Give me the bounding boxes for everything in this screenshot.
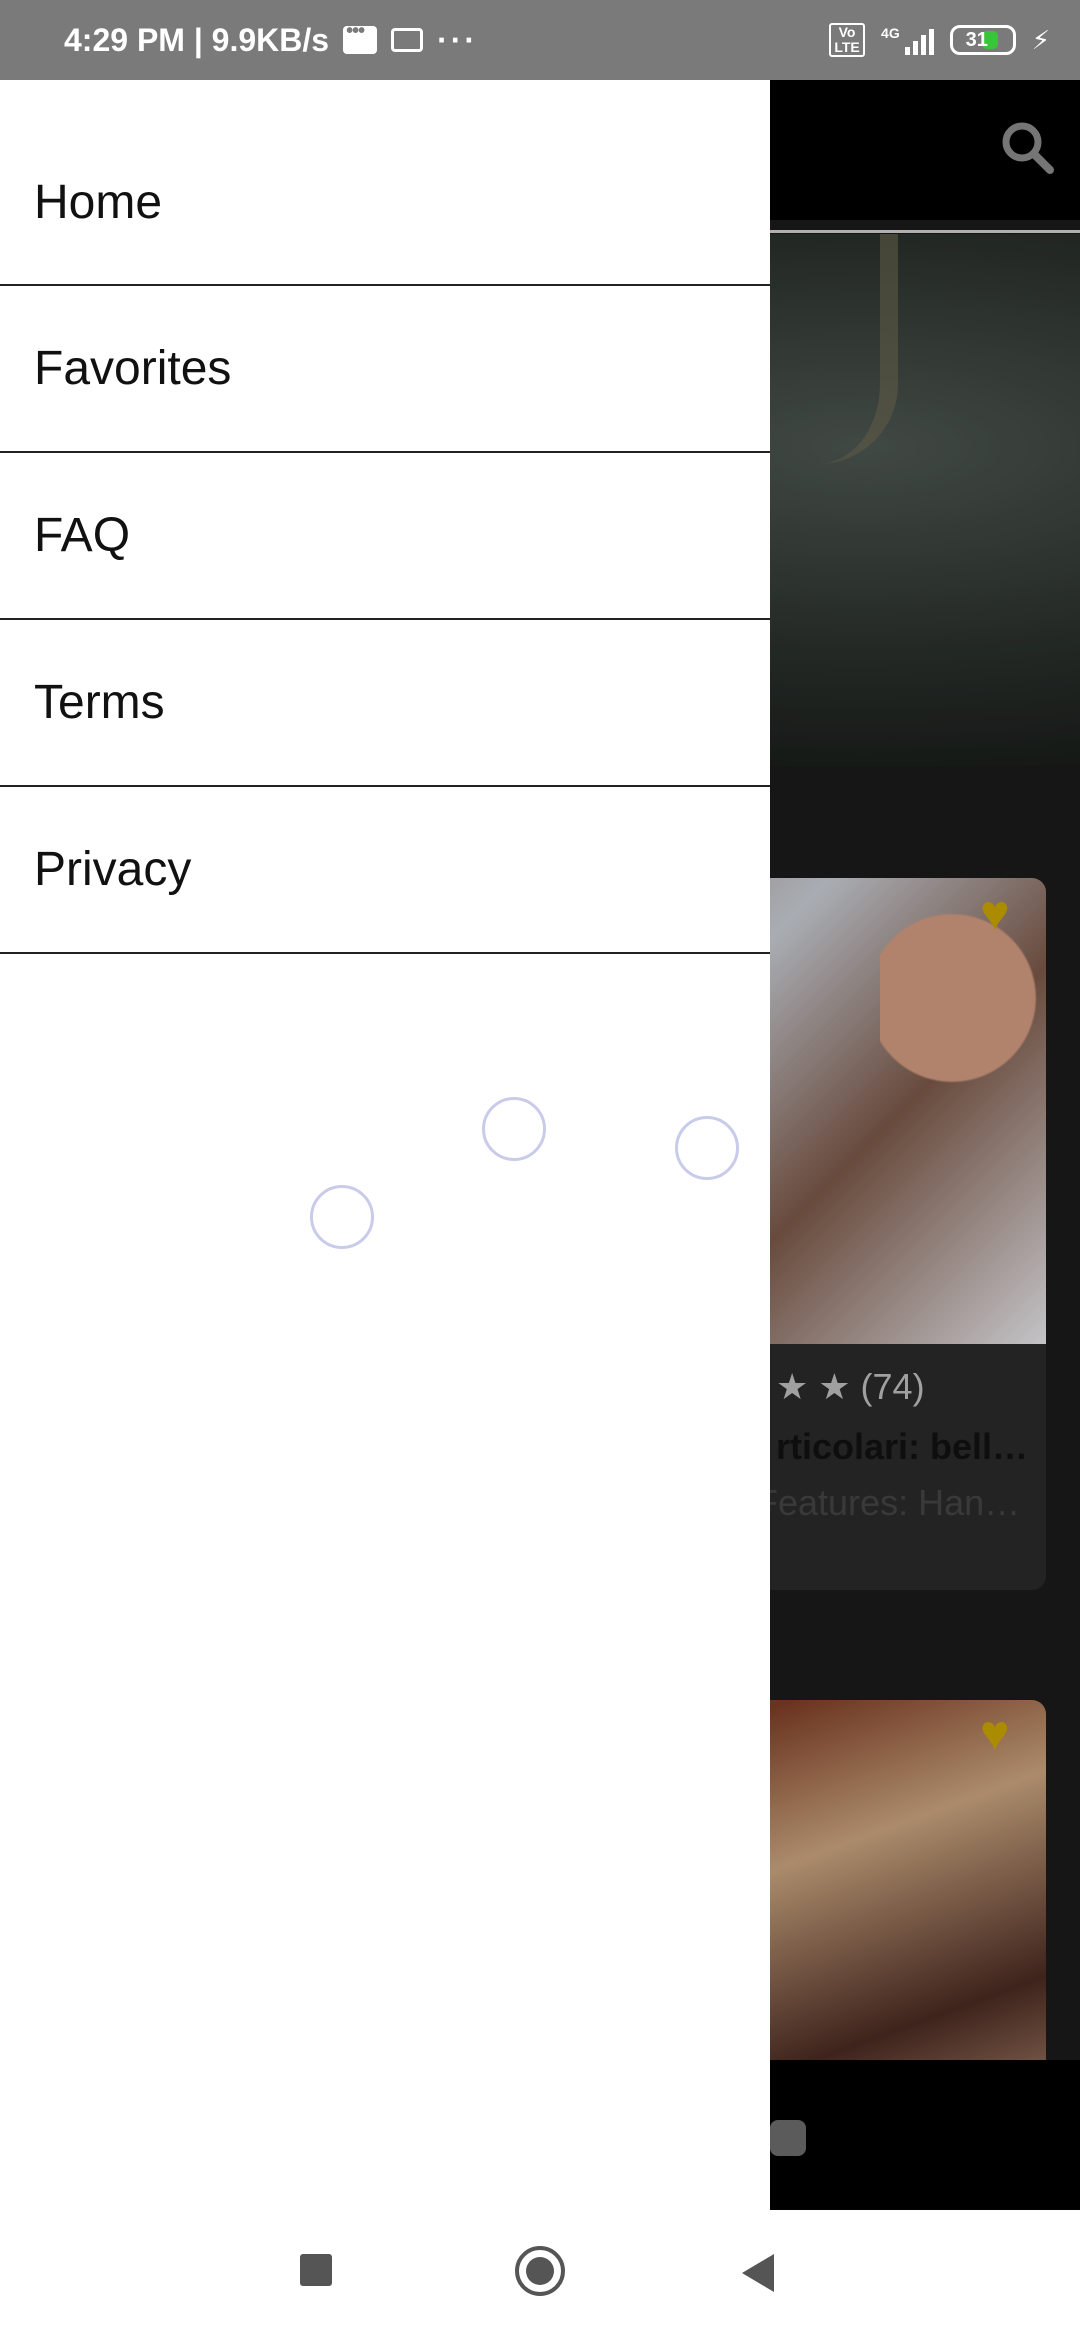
drawer-item-label: Privacy [34,843,192,896]
drawer-item-label: FAQ [34,509,131,562]
signal-icon: 4G [881,25,934,55]
status-bar: 4:29 PM | 9.9KB/s ··· Vo LTE 4G 31 ⚡ [0,0,1080,80]
recents-button[interactable] [300,2254,332,2286]
touch-ripple-icon [310,1185,374,1249]
navigation-drawer: Home Favorites FAQ Terms Privacy [0,80,770,2210]
drawer-item-home[interactable]: Home [0,80,770,286]
drawer-item-label: Favorites [34,342,232,395]
drawer-item-favorites[interactable]: Favorites [0,286,770,453]
message-icon [343,20,378,54]
system-nav-bar [0,2210,1080,2340]
charging-icon: ⚡ [1031,24,1050,55]
volte-icon: Vo LTE [829,23,866,57]
status-time-speed: 4:29 PM | 9.9KB/s [64,21,330,58]
home-button[interactable] [515,2246,565,2296]
drawer-item-label: Terms [34,676,165,729]
drawer-item-faq[interactable]: FAQ [0,453,770,620]
more-notifications-icon: ··· [437,21,479,58]
status-left: 4:29 PM | 9.9KB/s ··· [64,20,479,59]
drawer-item-label: Home [34,175,163,229]
back-button[interactable] [742,2254,774,2292]
battery-icon: 31 [949,25,1016,55]
battery-level: 31 [965,28,988,51]
drawer-item-terms[interactable]: Terms [0,620,770,787]
status-right: Vo LTE 4G 31 ⚡ [829,0,1050,80]
drawer-item-privacy[interactable]: Privacy [0,787,770,954]
touch-ripple-icon [675,1116,739,1180]
touch-ripple-icon [482,1097,546,1161]
screen-cast-icon [391,28,424,52]
screen: 4:29 PM | 9.9KB/s ··· Vo LTE 4G 31 ⚡ [0,0,1080,2340]
network-type: 4G [881,25,900,41]
